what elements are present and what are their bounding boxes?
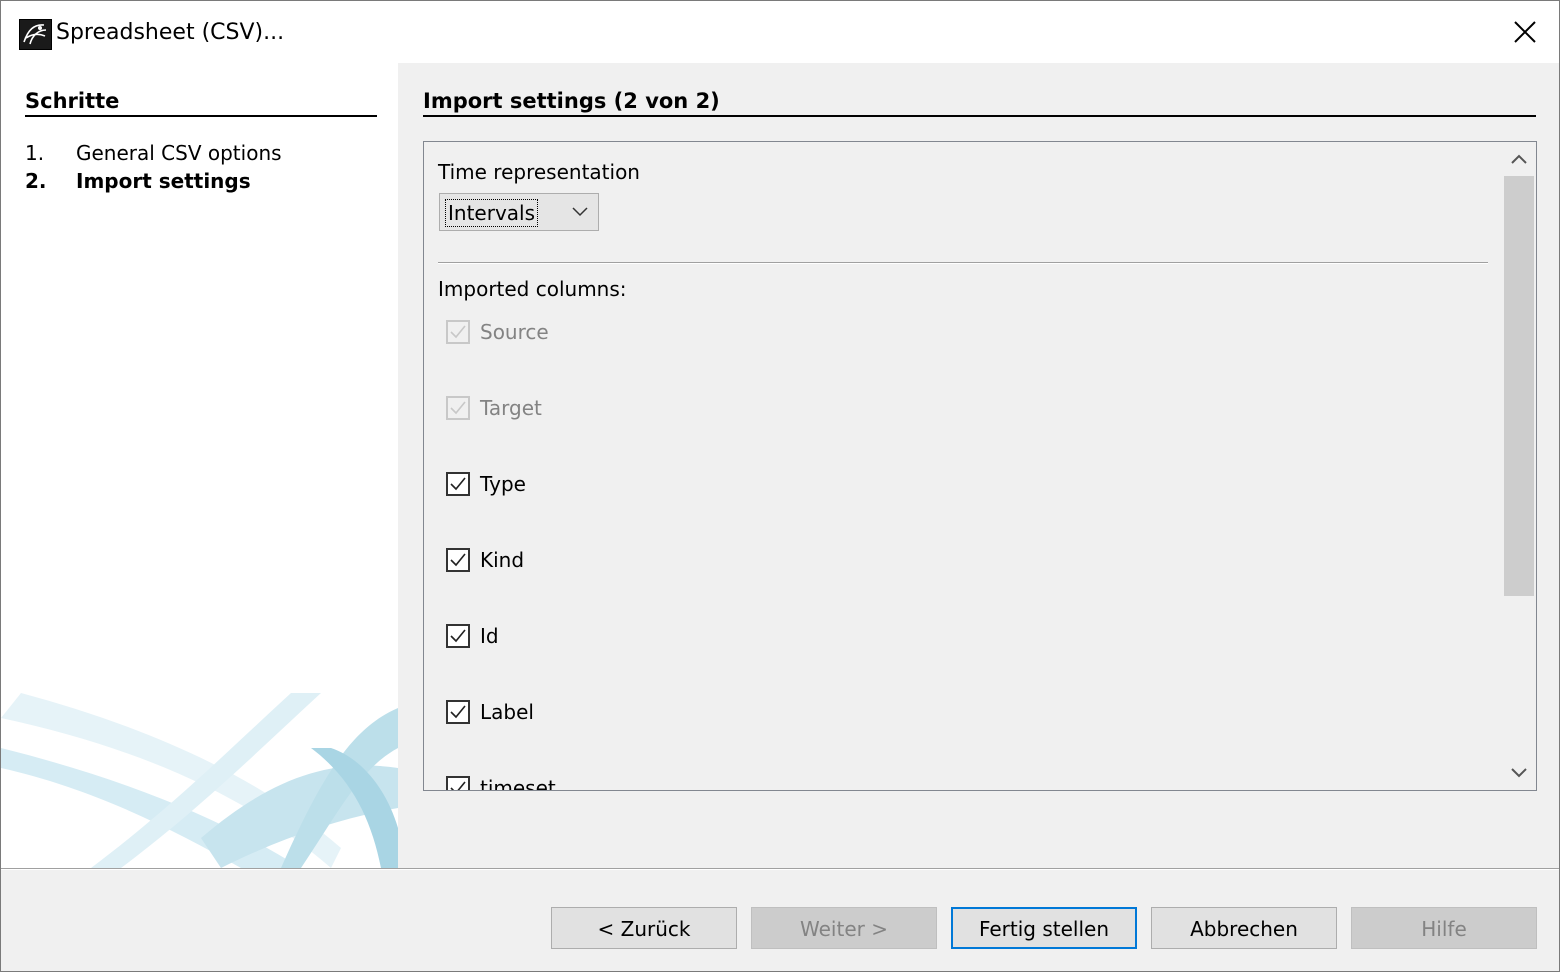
scrollbar-thumb[interactable] [1504, 176, 1534, 596]
checkbox-label: Id [480, 624, 499, 648]
checkbox-label: Target [480, 396, 542, 420]
back-button[interactable]: < Zurück [551, 907, 737, 949]
close-icon [1514, 21, 1536, 43]
checkbox-box[interactable] [446, 472, 470, 496]
finish-button[interactable]: Fertig stellen [951, 907, 1137, 949]
vertical-scrollbar[interactable] [1502, 142, 1536, 790]
next-button[interactable]: Weiter > [751, 907, 937, 949]
checkmark-icon [450, 325, 466, 339]
time-representation-dropdown[interactable]: Intervals [439, 193, 599, 231]
help-button[interactable]: Hilfe [1351, 907, 1537, 949]
checkbox-box[interactable] [446, 776, 470, 790]
step-label: Import settings [76, 169, 251, 193]
chevron-up-icon [1511, 154, 1527, 164]
steps-sidebar: Schritte 1. General CSV options 2. Impor… [1, 63, 398, 868]
step-label: General CSV options [76, 141, 282, 165]
decorative-swoosh-graphic [1, 693, 398, 868]
checkbox-label: Kind [480, 548, 525, 572]
title-bar: Spreadsheet (CSV)... [1, 1, 1559, 63]
checkbox-box[interactable] [446, 700, 470, 724]
checkbox-box[interactable] [446, 396, 470, 420]
imported-columns-label: Imported columns: [438, 277, 627, 301]
step-number: 1. [25, 141, 45, 165]
checkmark-icon [450, 781, 466, 790]
window-title: Spreadsheet (CSV)... [56, 20, 285, 45]
time-representation-label: Time representation [438, 160, 640, 184]
page-title: Import settings (2 von 2) [423, 87, 1536, 117]
gephi-logo-icon [19, 19, 52, 50]
steps-title: Schritte [25, 87, 377, 117]
checkbox-box[interactable] [446, 320, 470, 344]
step-number: 2. [25, 169, 47, 193]
checkbox-box[interactable] [446, 548, 470, 572]
checkbox-box[interactable] [446, 624, 470, 648]
chevron-down-icon [1511, 768, 1527, 778]
checkbox-label: Label [480, 700, 534, 724]
divider [438, 262, 1488, 264]
checkmark-icon [450, 401, 466, 415]
checkbox-label: Source [480, 320, 549, 344]
checkmark-icon [450, 477, 466, 491]
scroll-up-button[interactable] [1502, 142, 1536, 176]
cancel-button[interactable]: Abbrechen [1151, 907, 1337, 949]
chevron-down-icon [572, 207, 588, 217]
import-settings-panel: Time representation Intervals Imported c… [423, 141, 1537, 791]
dropdown-selected-value: Intervals [445, 199, 539, 227]
checkmark-icon [450, 553, 466, 567]
checkmark-icon [450, 629, 466, 643]
scroll-down-button[interactable] [1502, 756, 1536, 790]
checkbox-label: Type [480, 472, 526, 496]
footer-divider [1, 868, 1559, 870]
checkmark-icon [450, 705, 466, 719]
dialog-window: Spreadsheet (CSV)... Schritte 1. General… [0, 0, 1560, 972]
close-button[interactable] [1493, 9, 1557, 55]
checkbox-label: timeset [480, 776, 556, 791]
